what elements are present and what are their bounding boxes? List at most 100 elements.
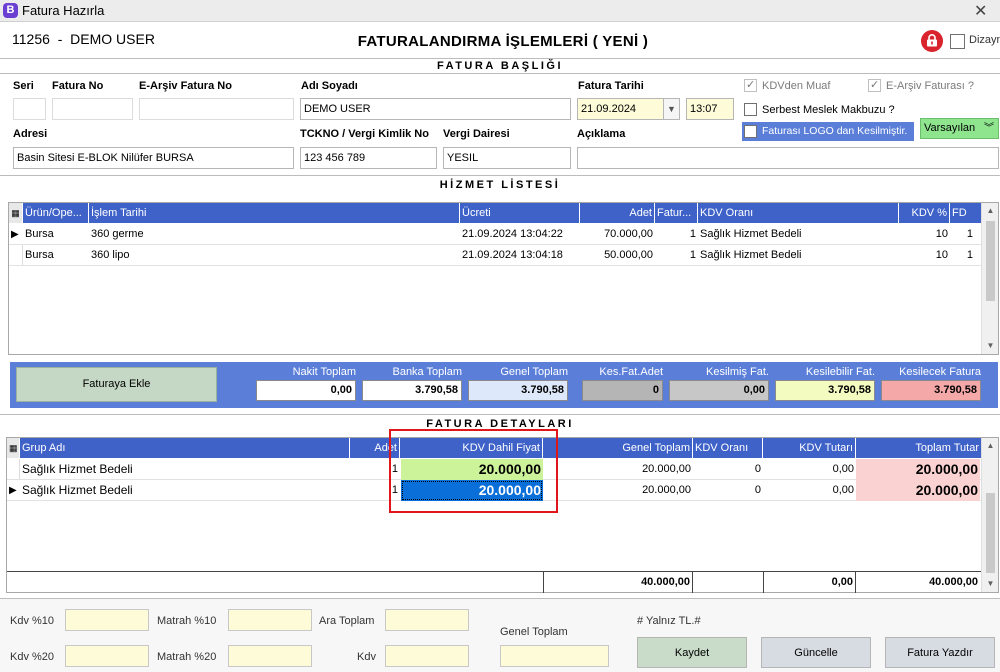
- cell-kdv-orani: Sağlık Hizmet Bedeli: [700, 249, 802, 261]
- fatura-no-input[interactable]: [52, 98, 133, 120]
- genel-value: 3.790,58: [468, 380, 568, 401]
- section-title-hizmet-listesi: HİZMET LİSTESİ: [439, 179, 561, 191]
- genel-label: Genel Toplam: [500, 366, 568, 378]
- kesilecek-label: Kesilecek Fatura: [899, 366, 981, 378]
- chevron-down-icon[interactable]: ▼: [663, 98, 680, 120]
- cell-urun: Bursa: [25, 249, 54, 261]
- cell-kdv-yuzde: 10: [935, 249, 948, 261]
- kes-adet-label: Kes.Fat.Adet: [599, 366, 663, 378]
- adi-soyadi-label: Adı Soyadı: [301, 80, 358, 92]
- col-islem-tarihi[interactable]: İşlem Tarihi: [89, 203, 460, 223]
- kdv20-input[interactable]: [65, 645, 149, 667]
- chevron-down-icon: ︾: [984, 123, 994, 134]
- serbest-meslek-label: Serbest Meslek Makbuzu ?: [762, 104, 895, 116]
- genel-toplam-input[interactable]: [500, 645, 609, 667]
- col-kdv-yuzde[interactable]: KDV %: [899, 203, 950, 223]
- divider: [0, 73, 1000, 74]
- aciklama-label: Açıklama: [577, 128, 626, 140]
- scroll-thumb[interactable]: [986, 221, 995, 301]
- serbest-meslek-checkbox[interactable]: [744, 103, 757, 116]
- vergi-dairesi-input[interactable]: YESIL: [443, 147, 571, 169]
- col-ucreti[interactable]: Ücreti: [460, 203, 580, 223]
- grid-settings-icon[interactable]: ▦: [7, 438, 20, 458]
- col-toplam-tutar[interactable]: Toplam Tutar: [856, 438, 981, 458]
- ara-toplam-input[interactable]: [385, 609, 469, 631]
- genel-toplam-label: Genel Toplam: [500, 626, 568, 638]
- kesilmis-value: 0,00: [669, 380, 769, 401]
- cell-fatur: 1: [689, 228, 696, 240]
- matrah20-label: Matrah %20: [157, 651, 217, 663]
- vertical-scrollbar[interactable]: ▲ ▼: [981, 203, 998, 354]
- kesilebilir-value: 3.790,58: [775, 380, 875, 401]
- logo-option[interactable]: Faturası LOGO dan Kesilmiştir.: [742, 122, 914, 141]
- scroll-thumb[interactable]: [986, 493, 995, 573]
- matrah20-input[interactable]: [228, 645, 312, 667]
- kdv10-input[interactable]: [65, 609, 149, 631]
- dizayn-label: Dizayn: [969, 34, 1000, 46]
- cell-islem: 360 germe: [91, 228, 144, 240]
- earsiv-faturasi-checkbox[interactable]: [868, 78, 881, 92]
- table-row[interactable]: ▶ Bursa 360 germe 21.09.2024 13:04:22 70…: [9, 224, 981, 245]
- nakit-label: Nakit Toplam: [292, 366, 356, 378]
- ara-toplam-label: Ara Toplam: [319, 615, 375, 627]
- seri-input[interactable]: [13, 98, 46, 120]
- grid-settings-icon[interactable]: ▦: [9, 203, 23, 223]
- cell-adet: 50.000,00: [604, 249, 653, 261]
- col-adet[interactable]: Adet: [580, 203, 655, 223]
- cell-fd: 1: [966, 228, 973, 240]
- cell-genel: 20.000,00: [642, 484, 691, 496]
- cell-kdv-yuzde: 10: [935, 228, 948, 240]
- row-pointer-icon: ▶: [11, 229, 19, 240]
- kdv-muaf-checkbox[interactable]: [744, 78, 757, 92]
- aciklama-input[interactable]: [577, 147, 999, 169]
- fatura-yazdir-button[interactable]: Fatura Yazdır: [885, 637, 995, 668]
- earsiv-faturasi-label: E-Arşiv Faturası ?: [886, 80, 975, 92]
- col-kdv-tutari[interactable]: KDV Tutarı: [763, 438, 856, 458]
- adresi-input[interactable]: Basin Sitesi E-BLOK Nilüfer BURSA: [13, 147, 294, 169]
- row-marker: [9, 245, 23, 266]
- adi-soyadi-input[interactable]: DEMO USER: [300, 98, 571, 120]
- col-fatur[interactable]: Fatur...: [655, 203, 698, 223]
- scroll-down-icon[interactable]: ▼: [982, 341, 999, 350]
- cell-tarih: 21.09.2024 13:04:18: [462, 249, 563, 261]
- hizmet-grid-header: ▦ Ürün/Ope... İşlem Tarihi Ücreti Adet F…: [9, 203, 981, 223]
- tckno-input[interactable]: 123 456 789: [300, 147, 437, 169]
- col-genel-toplam[interactable]: Genel Toplam: [543, 438, 693, 458]
- table-row[interactable]: Bursa 360 lipo 21.09.2024 13:04:18 50.00…: [9, 245, 981, 266]
- cell-kdv-orani: 0: [754, 463, 761, 475]
- cell-tarih: 21.09.2024 13:04:22: [462, 228, 563, 240]
- cell-islem: 360 lipo: [91, 249, 130, 261]
- page-title: FATURALANDIRMA İŞLEMLERİ ( YENİ ): [357, 33, 649, 50]
- col-urun[interactable]: Ürün/Ope...: [23, 203, 89, 223]
- fatura-saat-input[interactable]: 13:07: [686, 98, 734, 120]
- matrah10-label: Matrah %10: [157, 615, 217, 627]
- fatura-tarihi-input[interactable]: 21.09.2024: [577, 98, 664, 120]
- varsayilan-button[interactable]: Varsayılan ︾: [920, 118, 999, 139]
- vertical-scrollbar[interactable]: ▲ ▼: [981, 438, 998, 592]
- logo-checkbox[interactable]: [744, 125, 757, 138]
- dizayn-checkbox[interactable]: [950, 34, 965, 49]
- earsiv-no-input[interactable]: [139, 98, 294, 120]
- scroll-down-icon[interactable]: ▼: [982, 579, 999, 588]
- close-icon[interactable]: ✕: [974, 1, 987, 21]
- cell-toplam: 20.000,00: [856, 459, 980, 480]
- cell-fd: 1: [966, 249, 973, 261]
- tckno-label: TCKNO / Vergi Kimlik No: [300, 128, 429, 140]
- yalniz-label: # Yalnız TL.#: [637, 615, 701, 627]
- scroll-up-icon[interactable]: ▲: [982, 206, 999, 215]
- banka-label: Banka Toplam: [392, 366, 462, 378]
- col-grup-adi[interactable]: Grup Adı: [20, 438, 350, 458]
- col-fd[interactable]: FD: [950, 203, 981, 223]
- kaydet-button[interactable]: Kaydet: [637, 637, 747, 668]
- kdv-muaf-label: KDVden Muaf: [762, 80, 831, 92]
- col-kdv-orani[interactable]: KDV Oranı: [693, 438, 763, 458]
- kdv-input[interactable]: [385, 645, 469, 667]
- kdv-label: Kdv: [357, 651, 376, 663]
- scroll-up-icon[interactable]: ▲: [982, 441, 999, 450]
- section-title-fatura-basligi: FATURA BAŞLIĞI: [436, 60, 564, 72]
- matrah10-input[interactable]: [228, 609, 312, 631]
- guncelle-button[interactable]: Güncelle: [761, 637, 871, 668]
- lock-icon[interactable]: [921, 30, 943, 52]
- faturaya-ekle-button[interactable]: Faturaya Ekle: [16, 367, 217, 402]
- col-kdv-orani[interactable]: KDV Oranı: [698, 203, 899, 223]
